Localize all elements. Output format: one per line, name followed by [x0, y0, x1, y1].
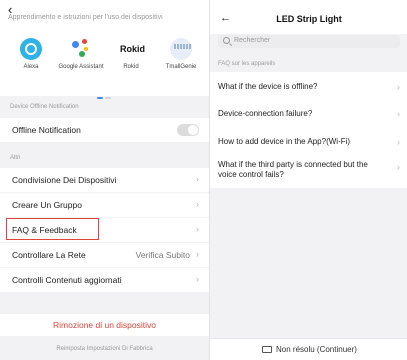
google-assistant-icon: [70, 38, 92, 60]
remove-device-label: Rimozione di un dispositivo: [53, 320, 156, 330]
assistant-label: Alexa: [23, 64, 39, 70]
check-network-value: Verifica Subito: [135, 250, 190, 260]
chevron-right-icon: ›: [196, 224, 199, 234]
chevron-right-icon: ›: [196, 199, 199, 209]
assistant-label: TmallGenie: [165, 64, 197, 70]
faq-highlight-box: [6, 218, 99, 240]
unresolved-button[interactable]: Non résolu (Continuer): [210, 338, 407, 360]
assistant-alexa[interactable]: Alexa: [6, 38, 56, 71]
share-devices-label: Condivisione Dei Dispositivi: [12, 175, 117, 185]
search-icon: [223, 37, 230, 44]
check-network-label: Controllare La Rete: [12, 250, 86, 260]
faq-section-label: FAQ sur les appareils: [218, 61, 276, 67]
assistant-section: ‹ Apprendimento e istruzioni per l'uso d…: [0, 0, 209, 99]
message-icon: [262, 346, 272, 353]
remove-device-button[interactable]: Rimozione di un dispositivo: [0, 314, 209, 336]
faq-item[interactable]: Device-connection failure? ›: [210, 98, 407, 124]
faq-item[interactable]: What if the device is offline? ›: [210, 72, 407, 98]
faq-header: ← LED Strip Light: [210, 0, 407, 34]
chevron-right-icon: ›: [196, 274, 199, 284]
assistant-label: Rokid: [123, 64, 139, 70]
faq-question: Device-connection failure?: [218, 109, 313, 118]
faq-item[interactable]: What if the third party is connected but…: [210, 150, 407, 188]
chevron-right-icon: ›: [397, 109, 400, 119]
check-updates-row[interactable]: Controlli Contenuti aggiornati ›: [0, 268, 209, 292]
offline-notification-row: Offline Notification: [0, 118, 209, 142]
section-subtitle: Apprendimento e istruzioni per l'uso dei…: [8, 14, 163, 21]
altri-section-label: Altri: [10, 155, 21, 161]
factory-reset-button[interactable]: Reimposta Impostazioni Di Fabbrica: [0, 346, 209, 352]
offline-notification-label: Offline Notification: [12, 125, 81, 135]
voice-assistants-row: Alexa Google Assistant Rokid Rokid Tmall…: [0, 38, 209, 82]
offline-notification-toggle[interactable]: [177, 124, 199, 136]
share-devices-row[interactable]: Condivisione Dei Dispositivi ›: [0, 168, 209, 192]
check-updates-label: Controlli Contenuti aggiornati: [12, 275, 122, 285]
faq-list: What if the device is offline? › Device-…: [210, 72, 407, 188]
faq-panel: ← LED Strip Light Rechercher FAQ sur les…: [209, 0, 407, 360]
check-network-row[interactable]: Controllare La Rete Verifica Subito ›: [0, 243, 209, 267]
page-title: LED Strip Light: [276, 14, 342, 24]
assistant-tmallgenie[interactable]: TmallGenie: [156, 38, 206, 71]
offline-section-label: Device Offline Notification: [10, 104, 79, 110]
rokid-icon: Rokid: [120, 44, 146, 54]
chevron-right-icon: ›: [196, 174, 199, 184]
faq-question: How to add device in the App?(Wi-Fi): [218, 137, 351, 146]
assistant-rokid[interactable]: Rokid Rokid: [106, 38, 156, 71]
search-placeholder: Rechercher: [234, 37, 271, 44]
chevron-right-icon: ›: [397, 162, 400, 172]
chevron-right-icon: ›: [397, 82, 400, 92]
unresolved-label: Non résolu (Continuer): [276, 345, 357, 354]
carousel-pager: [97, 86, 113, 104]
alexa-icon: [20, 38, 42, 60]
search-input[interactable]: Rechercher: [218, 35, 400, 48]
chevron-right-icon: ›: [196, 249, 199, 259]
faq-question: What if the third party is connected but…: [218, 160, 368, 179]
device-settings-panel: ‹ Apprendimento e istruzioni per l'uso d…: [0, 0, 209, 360]
faq-question: What if the device is offline?: [218, 82, 318, 91]
create-group-row[interactable]: Creare Un Gruppo ›: [0, 193, 209, 217]
assistant-label: Google Assistant: [58, 64, 104, 70]
assistant-google[interactable]: Google Assistant: [56, 38, 106, 71]
create-group-label: Creare Un Gruppo: [12, 200, 82, 210]
faq-item[interactable]: How to add device in the App?(Wi-Fi) ›: [210, 124, 407, 150]
chevron-right-icon: ›: [397, 137, 400, 147]
tmallgenie-icon: [170, 38, 192, 60]
